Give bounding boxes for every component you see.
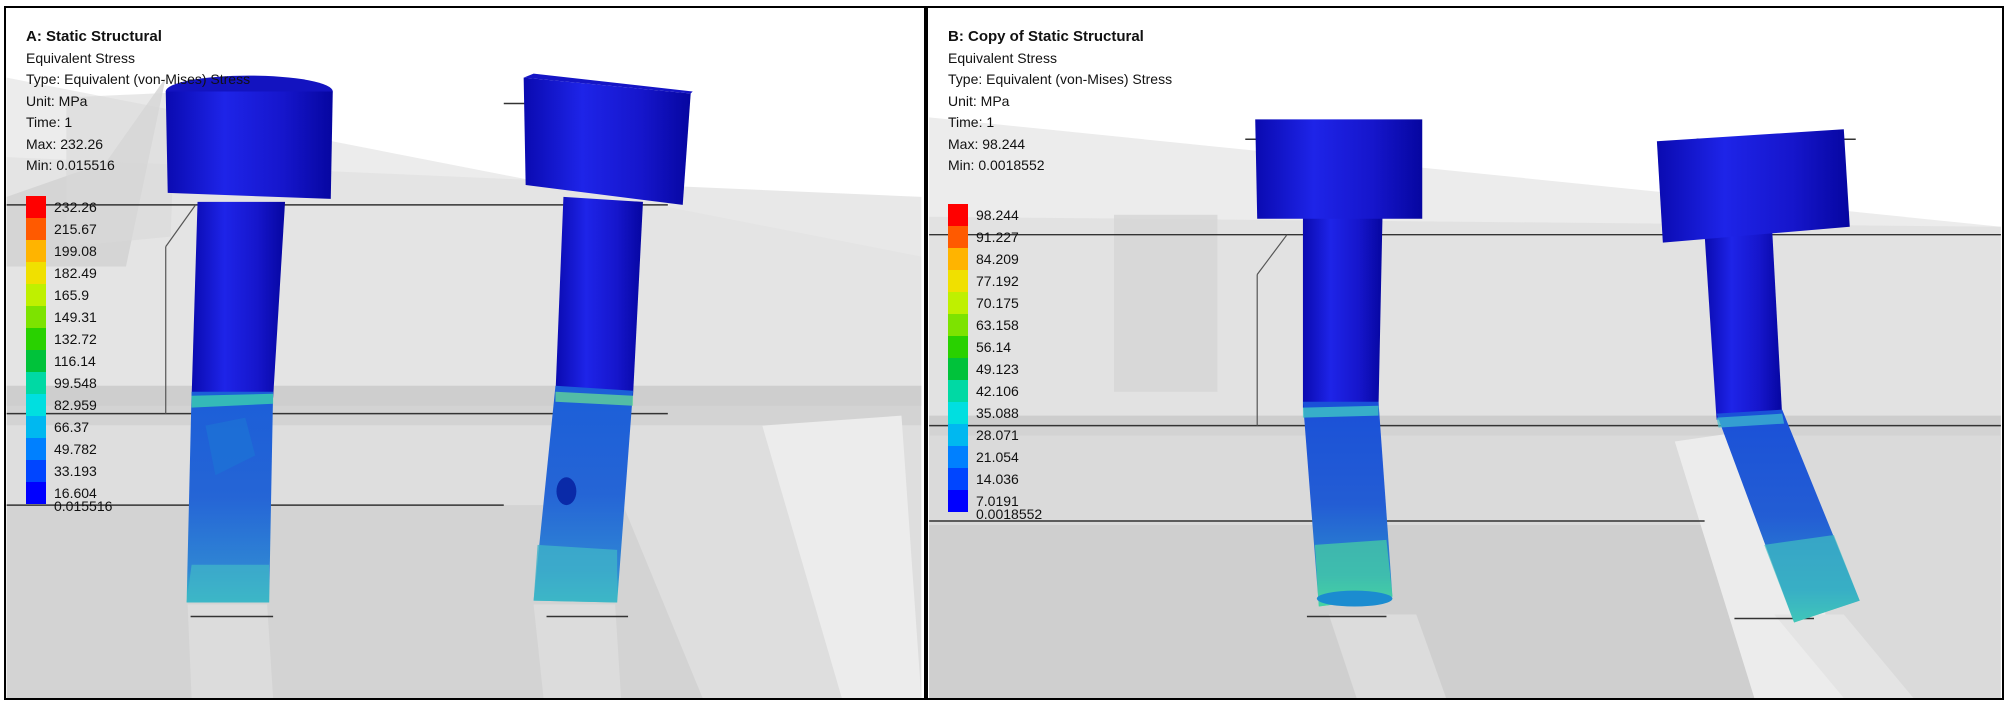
legend-color-swatch: [26, 306, 46, 328]
result-unit: Unit: MPa: [948, 92, 1010, 109]
legend-value: 165.9: [54, 287, 90, 303]
legend-color-swatch: [948, 270, 968, 292]
bolt-head: [1255, 119, 1423, 219]
legend-color-swatch: [26, 240, 46, 262]
legend-value: 182.49: [54, 265, 97, 281]
stress-patch: [186, 564, 270, 603]
result-min: Min: 0.0018552: [948, 157, 1045, 173]
legend-color-swatch: [26, 218, 46, 240]
housing-upper-band: [929, 216, 2001, 426]
legend-color-swatch: [26, 328, 46, 350]
bolt-head: [1656, 129, 1850, 243]
stress-band: [1302, 405, 1379, 418]
bolt-shaft-below-a1: [187, 604, 274, 698]
legend-value: 199.08: [54, 243, 97, 259]
legend-value: 49.123: [976, 361, 1019, 377]
bolt-head: [523, 77, 691, 205]
legend-color-swatch: [948, 226, 968, 248]
legend-color-swatch: [26, 482, 46, 504]
result-type: Type: Equivalent (von-Mises) Stress: [948, 71, 1173, 87]
legend-color-swatch: [948, 424, 968, 446]
bolt-bottom-end: [1316, 590, 1393, 607]
analysis-title: B: Copy of Static Structural: [948, 28, 1144, 45]
legend-value: 21.054: [976, 449, 1019, 465]
bolt-shank: [1302, 216, 1383, 408]
legend-color-swatch: [948, 490, 968, 512]
legend-color-swatch: [26, 372, 46, 394]
legend-color-swatch: [26, 460, 46, 482]
legend-value: 33.193: [54, 463, 97, 479]
legend-color-swatch: [26, 284, 46, 306]
bolt-shank: [555, 196, 643, 396]
post-block: [1114, 214, 1218, 392]
result-min: Min: 0.015516: [26, 157, 115, 173]
legend-value: 91.227: [976, 229, 1019, 245]
legend-value: 42.106: [976, 383, 1019, 399]
legend-value: 84.209: [976, 251, 1019, 267]
legend-color-swatch: [26, 262, 46, 284]
legend-color-swatch: [948, 336, 968, 358]
legend-value: 116.14: [54, 353, 96, 369]
stress-patch: [533, 544, 618, 603]
legend-color-swatch: [948, 380, 968, 402]
result-type: Type: Equivalent (von-Mises) Stress: [26, 71, 251, 87]
result-unit: Unit: MPa: [26, 92, 88, 109]
result-info-b: B: Copy of Static Structural Equivalent …: [948, 26, 1172, 177]
shelf: [6, 385, 922, 426]
bolt-shaft-below-a2: [533, 604, 622, 698]
legend-value: 14.036: [976, 471, 1019, 487]
legend-color-swatch: [948, 314, 968, 336]
legend-value: 0.0018552: [976, 506, 1043, 522]
bolt-shank: [191, 201, 286, 398]
legend-color-swatch: [948, 402, 968, 424]
result-max: Max: 232.26: [26, 135, 104, 152]
legend-color-swatch: [26, 438, 46, 460]
legend-value: 82.959: [54, 397, 97, 413]
legend-value: 35.088: [976, 405, 1019, 421]
legend-value: 0.015516: [54, 498, 113, 514]
legend-value: 49.782: [54, 441, 97, 457]
legend-value: 28.071: [976, 427, 1019, 443]
bolt-shank: [1704, 230, 1783, 420]
stress-patch: [556, 477, 577, 506]
legend-color-swatch: [948, 446, 968, 468]
result-name: Equivalent Stress: [948, 49, 1057, 66]
result-viewport-b[interactable]: B: Copy of Static Structural Equivalent …: [926, 6, 2004, 700]
legend-value: 99.548: [54, 375, 97, 391]
result-viewport-a[interactable]: A: Static Structural Equivalent Stress T…: [4, 6, 926, 700]
legend-value: 132.72: [54, 331, 97, 347]
legend-color-swatch: [26, 350, 46, 372]
legend-color-swatch: [26, 394, 46, 416]
legend-value: 77.192: [976, 273, 1019, 289]
result-name: Equivalent Stress: [26, 49, 135, 66]
legend-value: 66.37: [54, 419, 90, 435]
legend-value: 63.158: [976, 317, 1019, 333]
legend-value: 56.14: [976, 339, 1012, 355]
legend-color-swatch: [26, 196, 46, 218]
legend-color-swatch: [26, 416, 46, 438]
legend-value: 98.244: [976, 207, 1019, 223]
legend-value: 70.175: [976, 295, 1019, 311]
result-time: Time: 1: [948, 114, 995, 130]
result-time: Time: 1: [26, 114, 73, 130]
legend-value: 232.26: [54, 199, 97, 215]
result-max: Max: 98.244: [948, 135, 1026, 152]
legend-color-swatch: [948, 468, 968, 490]
result-info-a: A: Static Structural Equivalent Stress T…: [26, 26, 250, 177]
legend-value: 215.67: [54, 221, 97, 237]
legend-color-swatch: [948, 204, 968, 226]
analysis-title: A: Static Structural: [26, 28, 162, 45]
legend-color-swatch: [948, 248, 968, 270]
legend-value: 149.31: [54, 309, 97, 325]
legend-color-swatch: [948, 358, 968, 380]
legend-color-swatch: [948, 292, 968, 314]
